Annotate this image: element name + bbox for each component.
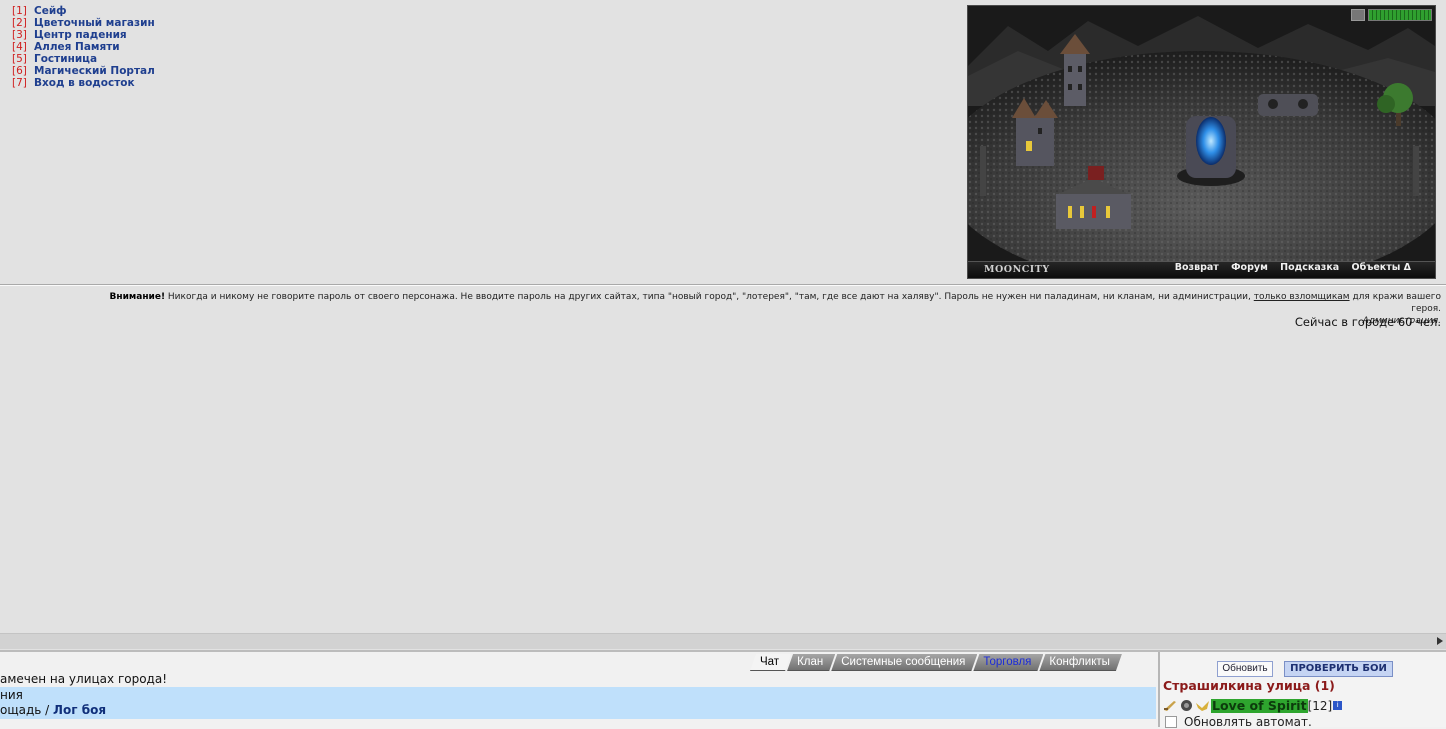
check-battles-button[interactable]: ПРОВЕРИТЬ БОИ xyxy=(1284,661,1393,677)
nav-item[interactable]: [7] Вход в водосток xyxy=(12,77,155,89)
game-scene[interactable]: MOONCITY Возврат Форум Подсказка Объекты… xyxy=(967,5,1436,279)
chat-highlight: ния ощадь / Лог боя xyxy=(0,687,1156,719)
nav-item[interactable]: [5] Гостиница xyxy=(12,53,155,65)
health-bar-fill xyxy=(1369,10,1431,20)
nav-item-number: [5] xyxy=(12,53,27,65)
warning-signature: Администрация. xyxy=(1362,316,1441,326)
warning-label: Внимание! xyxy=(109,292,166,302)
nav-item-number: [7] xyxy=(12,77,27,89)
wings-icon xyxy=(1196,701,1209,711)
scene-menu-objects[interactable]: Объекты Δ xyxy=(1352,262,1412,273)
nav-link-memory-alley[interactable]: Аллея Памяти xyxy=(34,41,120,53)
nav-item[interactable]: [6] Магический Портал xyxy=(12,65,155,77)
divider xyxy=(0,284,1446,286)
warning-text: Никогда и никому не говорите пароль от с… xyxy=(165,292,1254,302)
scene-menu-bar: MOONCITY Возврат Форум Подсказка Объекты… xyxy=(968,261,1435,278)
chat-message-prefix: ощадь / xyxy=(0,703,54,717)
security-warning: Внимание! Никогда и никому не говорите п… xyxy=(81,291,1442,327)
nav-link-hotel[interactable]: Гостиница xyxy=(34,53,97,65)
tab-trade[interactable]: Торговля xyxy=(973,654,1043,671)
clan-emblem-icon xyxy=(1181,700,1192,711)
player-level: [12] xyxy=(1307,698,1333,713)
warning-tail: для кражи вашего героя. xyxy=(1349,292,1441,314)
chat-message: ощадь / Лог боя xyxy=(0,703,106,717)
battle-log-link[interactable]: Лог боя xyxy=(53,703,106,717)
scene-menu-forum[interactable]: Форум xyxy=(1231,262,1268,273)
horizontal-scrollbar[interactable] xyxy=(0,633,1446,649)
nav-link-fall-center[interactable]: Центр падения xyxy=(34,29,127,41)
nav-item-number: [3] xyxy=(12,29,27,41)
nav-item[interactable]: [1] Сейф xyxy=(12,5,155,17)
scene-menu: Возврат Форум Подсказка Объекты Δ xyxy=(1166,262,1411,273)
player-name[interactable]: Love of Spirit xyxy=(1211,698,1308,713)
warning-underlined: только взломщикам xyxy=(1253,292,1350,302)
scene-menu-return[interactable]: Возврат xyxy=(1175,262,1219,273)
magic-portal-icon xyxy=(1177,116,1245,186)
location-nav: [1] Сейф [2] Цветочный магазин [3] Центр па… xyxy=(12,5,155,89)
health-bar xyxy=(1368,9,1432,21)
refresh-button[interactable]: Обновить xyxy=(1217,661,1273,677)
tab-system-messages[interactable]: Системные сообщения xyxy=(831,654,977,671)
tab-chat[interactable]: Чат xyxy=(750,654,791,671)
player-entry: Love of Spirit [12] i xyxy=(1163,698,1343,713)
nav-item-number: [2] xyxy=(12,17,27,29)
player-info-icon[interactable]: i xyxy=(1333,701,1343,710)
chat-message: амечен на улицах города! xyxy=(0,672,168,686)
tab-clan[interactable]: Клан xyxy=(787,654,835,671)
nav-link-magic-portal[interactable]: Магический Портал xyxy=(34,65,155,77)
nav-link-sewer-entrance[interactable]: Вход в водосток xyxy=(34,77,135,89)
nav-item[interactable]: [3] Центр падения xyxy=(12,29,155,41)
scene-menu-hint[interactable]: Подсказка xyxy=(1280,262,1339,273)
nav-item[interactable]: [4] Аллея Памяти xyxy=(12,41,155,53)
online-count: Сейчас в городе 60 чел. xyxy=(1294,315,1441,329)
city-logo: MOONCITY xyxy=(984,264,1050,275)
nav-link-flower-shop[interactable]: Цветочный магазин xyxy=(34,17,155,29)
hp-icon xyxy=(1351,9,1365,21)
players-panel: Обновить ПРОВЕРИТЬ БОИ Страшилкина улица… xyxy=(1158,652,1446,729)
chat-log[interactable]: амечен на улицах города! ния ощадь / Лог… xyxy=(0,671,1156,727)
chat-tabs: Чат Клан Системные сообщения Торговля Ко… xyxy=(750,654,1118,671)
current-location: Страшилкина улица (1) xyxy=(1163,678,1335,693)
nav-link-safe[interactable]: Сейф xyxy=(34,5,67,17)
sword-icon xyxy=(1164,701,1176,711)
scroll-right-arrow-icon[interactable] xyxy=(1437,637,1443,645)
nav-item-number: [6] xyxy=(12,65,27,77)
tab-conflicts[interactable]: Конфликты xyxy=(1039,654,1121,671)
nav-item-number: [4] xyxy=(12,41,27,53)
chat-message: ния xyxy=(0,688,23,702)
auto-refresh-checkbox[interactable] xyxy=(1165,716,1177,728)
nav-item[interactable]: [2] Цветочный магазин xyxy=(12,17,155,29)
scene-illustration xyxy=(968,6,1435,278)
nav-item-number: [1] xyxy=(12,5,27,17)
sewer-entrance-icon xyxy=(1258,94,1318,116)
